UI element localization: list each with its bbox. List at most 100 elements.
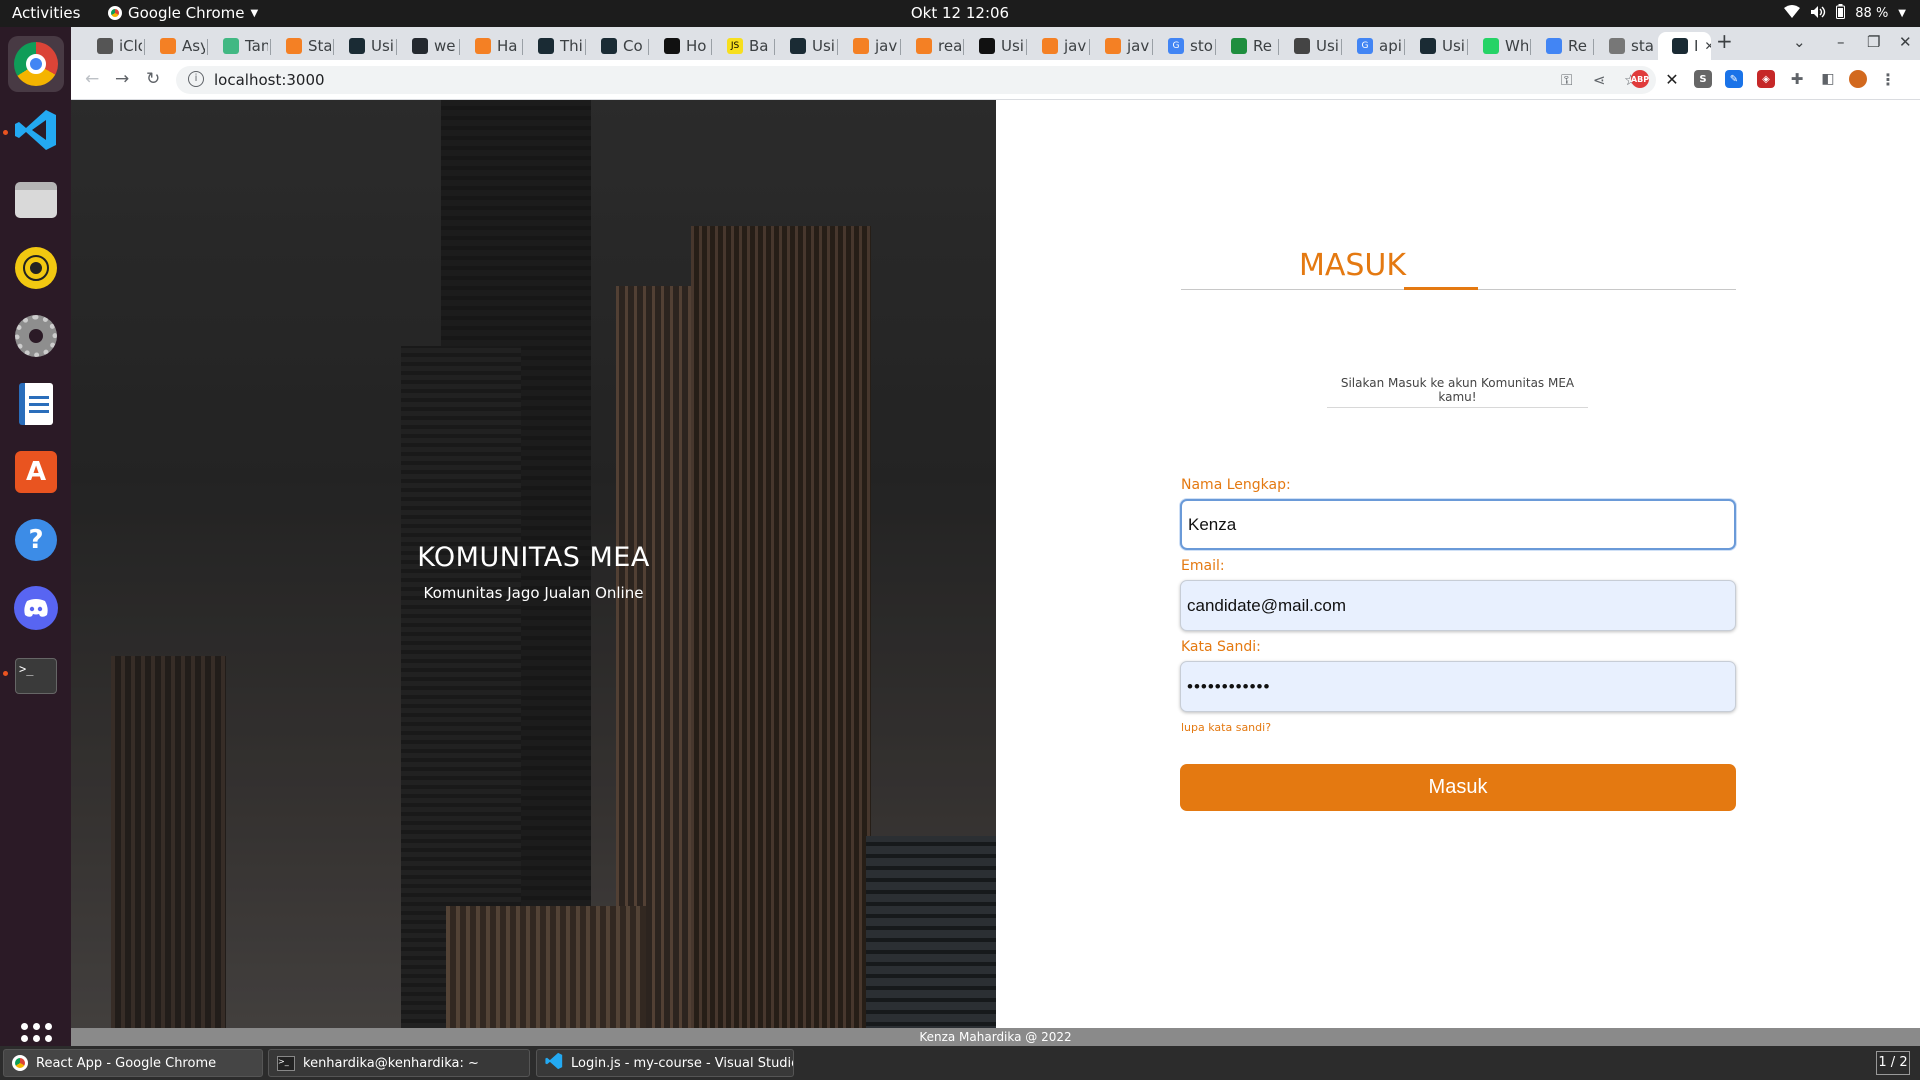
- tab[interactable]: Gapi: [1343, 32, 1402, 60]
- tab[interactable]: Usi: [776, 32, 835, 60]
- tab[interactable]: Sta: [272, 32, 331, 60]
- minimize-icon[interactable]: –: [1837, 33, 1845, 51]
- tab[interactable]: jav: [839, 32, 898, 60]
- welcome-divider: [1327, 407, 1588, 408]
- email-field[interactable]: [1180, 580, 1736, 631]
- workspace-pager[interactable]: 1 / 2: [1876, 1051, 1910, 1075]
- task-terminal[interactable]: >_ kenhardika@kenhardika: ~: [268, 1049, 530, 1077]
- maximize-icon[interactable]: ❐: [1867, 33, 1880, 51]
- dock-settings[interactable]: [8, 308, 64, 364]
- dock-rhythmbox[interactable]: [8, 240, 64, 296]
- login-submit-button[interactable]: Masuk: [1180, 764, 1736, 811]
- tab[interactable]: Co: [587, 32, 646, 60]
- tab-label: Ho: [686, 37, 707, 55]
- tab[interactable]: Usi: [1406, 32, 1465, 60]
- system-tray[interactable]: 88 % ▼: [1784, 4, 1906, 23]
- tab[interactable]: Usi: [965, 32, 1024, 60]
- chrome-small-icon: [12, 1055, 28, 1071]
- tab[interactable]: sta: [1595, 32, 1654, 60]
- tab-separator: [711, 39, 712, 55]
- url-text: localhost:3000: [214, 71, 325, 89]
- password-label: Kata Sandi:: [1181, 639, 1261, 655]
- tab[interactable]: Usi: [1280, 32, 1339, 60]
- key-icon[interactable]: ⚿: [1561, 71, 1572, 89]
- site-info-icon[interactable]: i: [188, 71, 204, 87]
- writer-icon: [19, 383, 53, 425]
- tab-separator: [522, 39, 523, 55]
- tab[interactable]: Re: [1217, 32, 1276, 60]
- adblock-icon[interactable]: ABP: [1631, 70, 1649, 88]
- discord-icon: [14, 586, 58, 630]
- tab[interactable]: Asy: [146, 32, 205, 60]
- x-extension-icon[interactable]: ✕: [1663, 70, 1681, 89]
- tab-favicon-icon: [1105, 38, 1121, 54]
- tab[interactable]: Thi: [524, 32, 583, 60]
- tab[interactable]: Gsto: [1154, 32, 1213, 60]
- dock-help[interactable]: ?: [8, 512, 64, 568]
- task-label: Login.js - my-course - Visual Studio...: [571, 1055, 794, 1071]
- dock-software-center[interactable]: A: [8, 444, 64, 500]
- tab-label: Usi: [812, 37, 835, 55]
- software-center-icon: A: [15, 451, 57, 493]
- tab-search-icon[interactable]: ⌄: [1793, 33, 1806, 51]
- pen-extension-icon[interactable]: ✎: [1725, 70, 1743, 88]
- tab-favicon-icon: [853, 38, 869, 54]
- forward-icon[interactable]: →: [115, 69, 129, 89]
- tab-label: Usi: [1316, 37, 1339, 55]
- profile-avatar[interactable]: [1849, 70, 1867, 88]
- tab[interactable]: Ha: [461, 32, 520, 60]
- tab-label: Wh: [1505, 37, 1528, 55]
- reload-icon[interactable]: ↻: [146, 69, 160, 89]
- dock-discord[interactable]: [8, 580, 64, 636]
- tab-label: Usi: [1442, 37, 1465, 55]
- dock-writer[interactable]: [8, 376, 64, 432]
- back-icon[interactable]: ←: [85, 69, 99, 89]
- extensions-puzzle-icon[interactable]: ✚: [1788, 70, 1806, 88]
- dock: A ? >_: [0, 27, 71, 1054]
- tab-separator: [1467, 39, 1468, 55]
- tab-favicon-icon: [664, 38, 680, 54]
- close-window-icon[interactable]: ✕: [1899, 33, 1912, 51]
- tab-label: Sta: [308, 37, 331, 55]
- tab-favicon-icon: [97, 38, 113, 54]
- tab-favicon-icon: [475, 38, 491, 54]
- forgot-password-link[interactable]: lupa kata sandi?: [1181, 721, 1271, 734]
- new-tab-button[interactable]: +: [1716, 29, 1733, 53]
- tab[interactable]: Re: [1532, 32, 1591, 60]
- tab[interactable]: Tan: [209, 32, 268, 60]
- side-panel-icon[interactable]: ◧: [1819, 70, 1837, 88]
- tab[interactable]: Usi: [335, 32, 394, 60]
- settings-icon: [15, 315, 57, 357]
- tab-favicon-icon: [160, 38, 176, 54]
- task-chrome[interactable]: React App - Google Chrome: [3, 1049, 263, 1077]
- title-underline: [1404, 287, 1478, 290]
- dock-terminal[interactable]: >_: [8, 648, 64, 704]
- red-extension-icon[interactable]: ◈: [1757, 70, 1775, 88]
- tab-favicon-icon: [1294, 38, 1310, 54]
- tab[interactable]: jav: [1091, 32, 1150, 60]
- close-tab-icon[interactable]: ✕: [1704, 39, 1711, 53]
- tab-separator: [1530, 39, 1531, 55]
- tab[interactable]: we: [398, 32, 457, 60]
- task-vscode[interactable]: Login.js - my-course - Visual Studio...: [536, 1049, 794, 1077]
- tab-label: iClo: [119, 37, 142, 55]
- share-icon[interactable]: ⋖: [1593, 71, 1606, 89]
- tab[interactable]: Ho: [650, 32, 709, 60]
- name-label: Nama Lengkap:: [1181, 477, 1291, 493]
- dock-files[interactable]: [8, 172, 64, 228]
- clock[interactable]: Okt 12 12:06: [0, 4, 1920, 22]
- dock-chrome[interactable]: [8, 36, 64, 92]
- tab-active[interactable]: I ✕: [1658, 32, 1711, 60]
- chrome-menu-icon[interactable]: ⋮: [1879, 70, 1897, 89]
- s-extension-icon[interactable]: S: [1694, 70, 1712, 88]
- tab[interactable]: rea: [902, 32, 961, 60]
- password-field[interactable]: [1180, 661, 1736, 712]
- tab[interactable]: Wh: [1469, 32, 1528, 60]
- tab[interactable]: JS Ba: [713, 32, 772, 60]
- tab[interactable]: iClo: [83, 32, 142, 60]
- dock-vscode[interactable]: [8, 104, 64, 160]
- tab-separator: [1152, 39, 1153, 55]
- tab[interactable]: jav: [1028, 32, 1087, 60]
- name-field[interactable]: [1180, 499, 1736, 550]
- address-bar[interactable]: i localhost:3000 ⚿ ⋖ ☆: [176, 66, 1656, 94]
